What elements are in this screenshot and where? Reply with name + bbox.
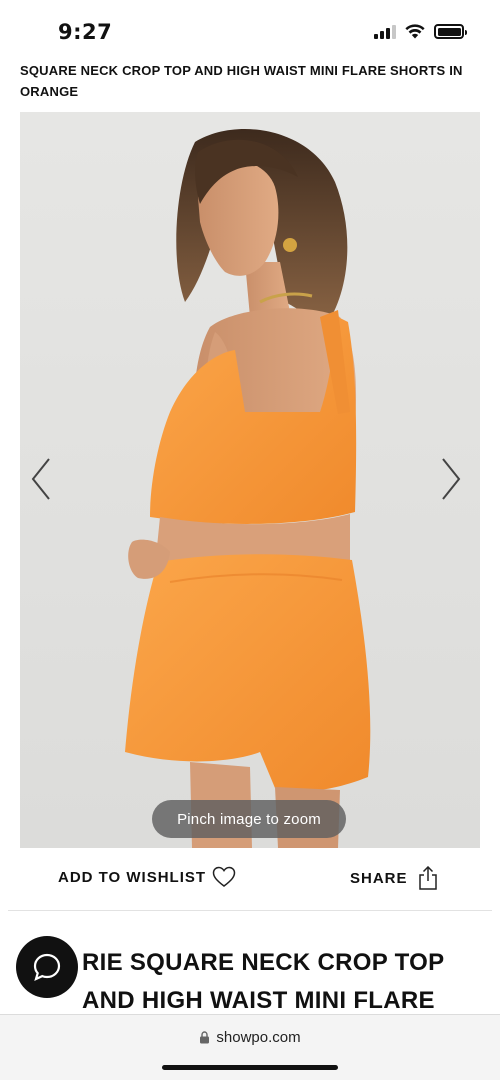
status-icons [374,24,467,39]
product-photo [20,112,480,848]
share-button[interactable]: SHARE [350,866,438,890]
lock-icon [200,1031,210,1044]
url-text: showpo.com [216,1029,301,1046]
chat-bubble-icon [33,953,61,982]
share-icon [418,866,437,890]
product-title-text: RIE SQUARE NECK CROP TOP AND HIGH WAIST … [82,949,444,1014]
cellular-signal-icon [374,24,396,39]
product-actions: ADD TO WISHLIST SHARE [0,856,500,902]
url-display[interactable]: showpo.com [0,1029,500,1046]
status-bar: 9:27 [0,0,500,56]
pinch-zoom-hint: Pinch image to zoom [152,800,346,838]
share-label: SHARE [350,869,408,887]
battery-icon [434,24,467,39]
chat-button[interactable] [16,936,78,998]
next-image-button[interactable] [440,457,470,505]
wifi-icon [405,24,425,39]
add-to-wishlist-button[interactable]: ADD TO WISHLIST [58,866,236,888]
wishlist-label: ADD TO WISHLIST [58,868,207,886]
product-title: RIE SQUARE NECK CROP TOP AND HIGH WAIST … [20,944,480,1020]
product-header-title: SQUARE NECK CROP TOP AND HIGH WAIST MINI… [20,63,463,99]
section-divider [8,910,492,911]
heart-icon [212,866,236,887]
chevron-left-icon [31,458,50,500]
browser-url-bar[interactable]: showpo.com [0,1014,500,1080]
previous-image-button[interactable] [30,457,60,505]
home-indicator[interactable] [162,1065,338,1070]
status-time: 9:27 [58,20,113,44]
product-image-gallery[interactable]: Pinch image to zoom [20,112,480,848]
chevron-right-icon [442,458,461,500]
